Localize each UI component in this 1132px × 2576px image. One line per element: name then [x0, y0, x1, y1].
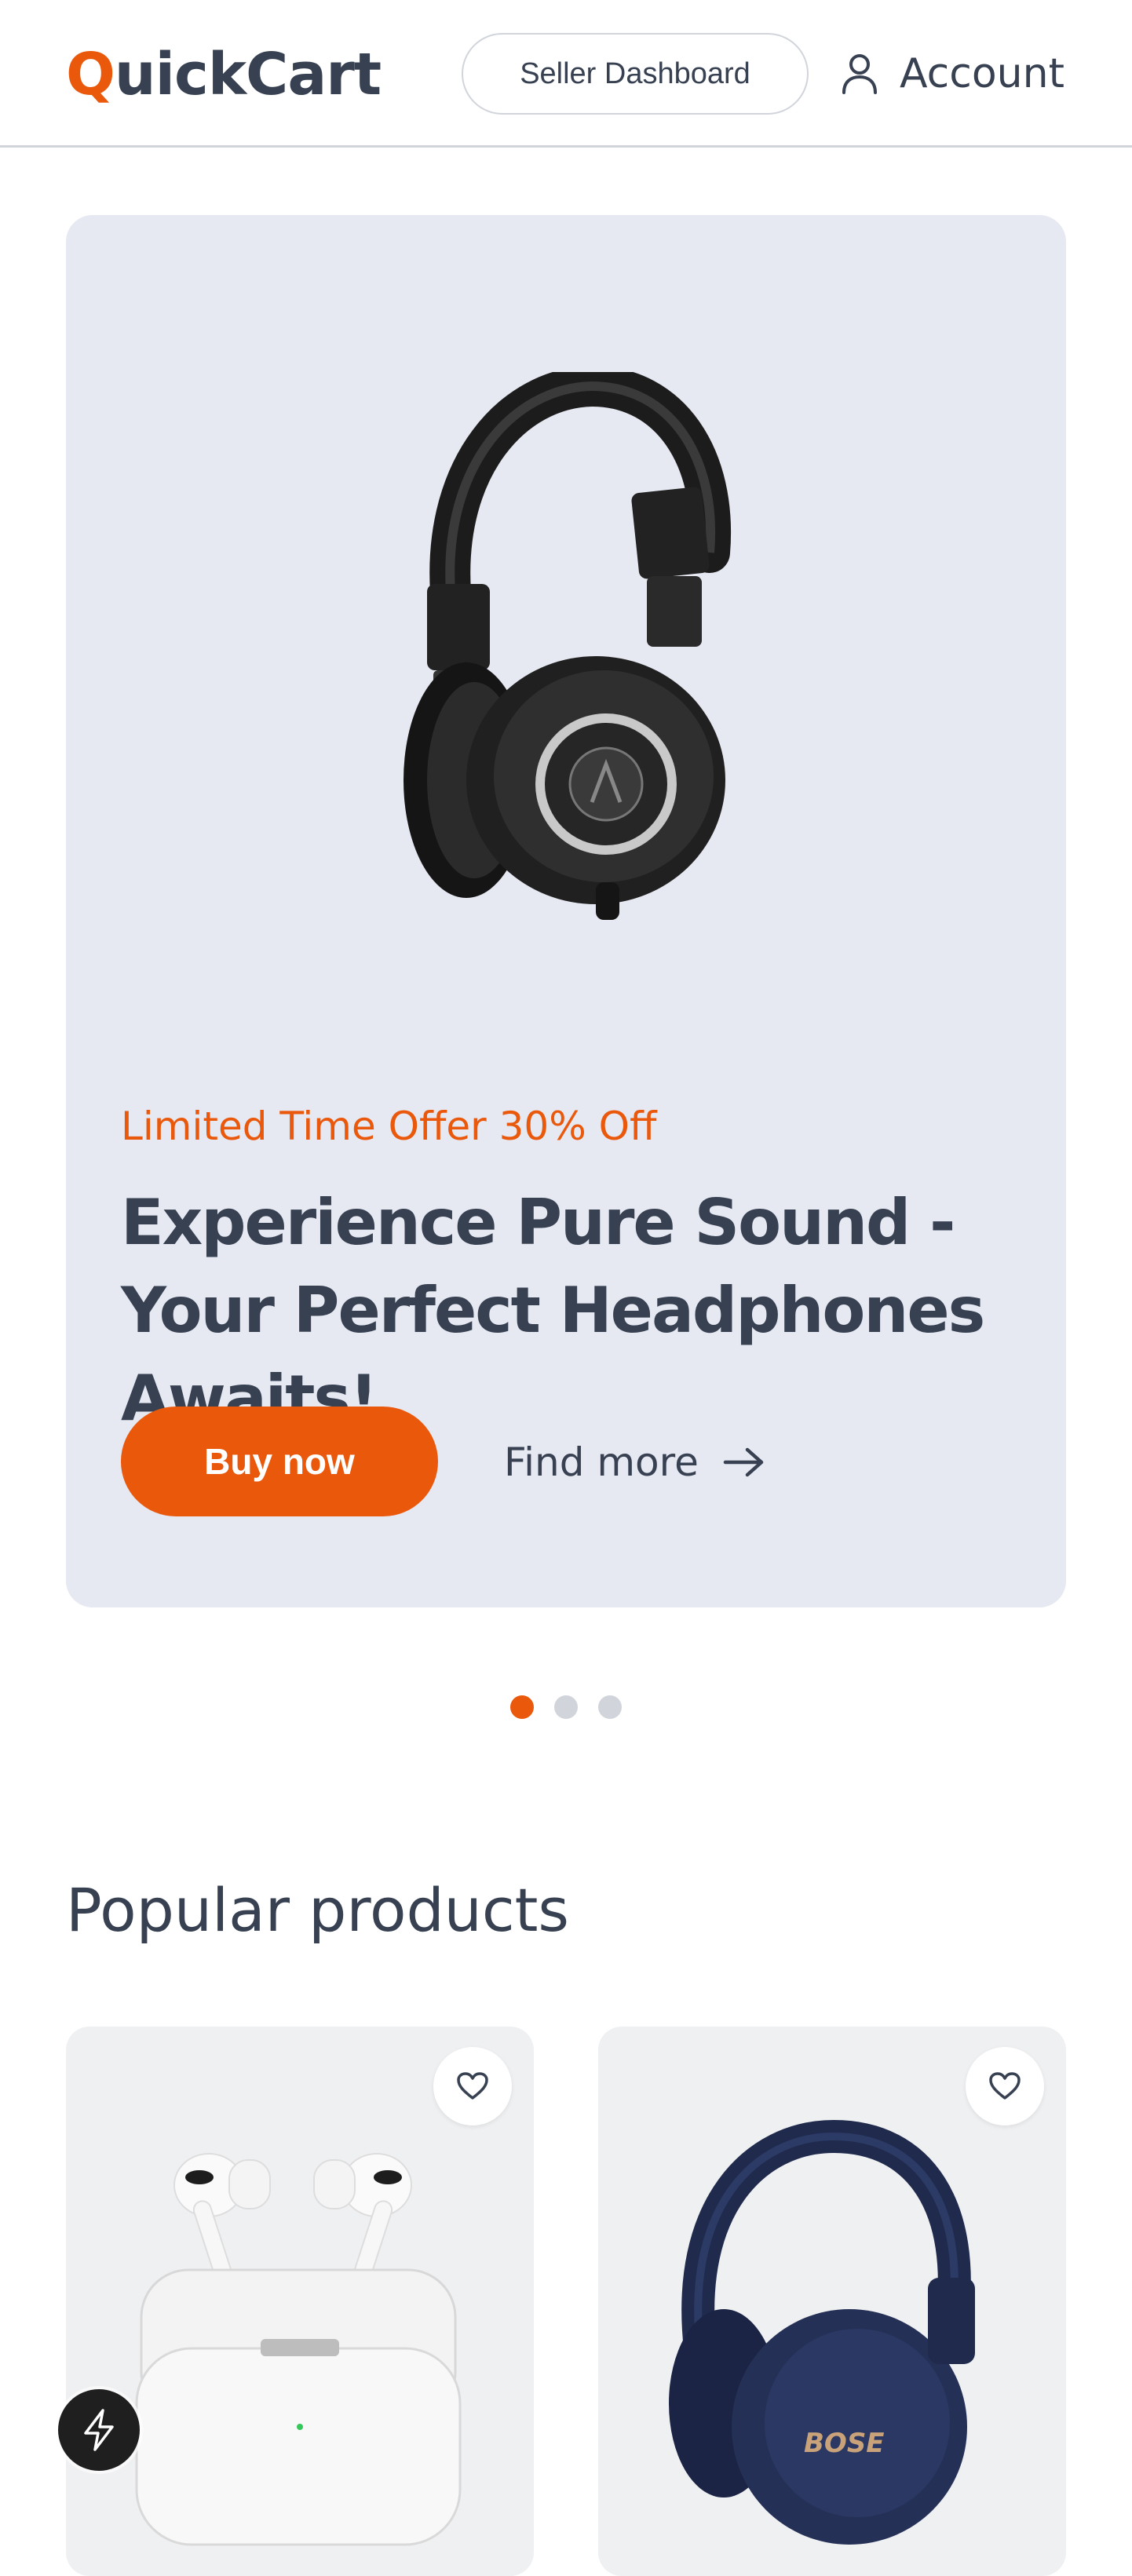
- dev-tools-button[interactable]: [58, 2389, 140, 2471]
- find-more-label: Find more: [504, 1439, 699, 1485]
- logo-text: uickCart: [114, 41, 382, 108]
- user-icon: [842, 54, 877, 94]
- svg-text:BOSE: BOSE: [804, 2428, 885, 2459]
- top-navbar: QuickCart Seller Dashboard Account: [0, 0, 1132, 148]
- product-card[interactable]: BOSE: [598, 2027, 1066, 2576]
- airpods-product-image: [135, 2153, 462, 2546]
- carousel-dot-3[interactable]: [598, 1695, 622, 1719]
- find-more-link[interactable]: Find more: [504, 1427, 766, 1498]
- carousel-dots: [510, 1695, 642, 1719]
- bose-headphones-product-image: BOSE: [669, 2119, 975, 2545]
- hero-headphones-image: [404, 372, 732, 920]
- buy-now-button[interactable]: Buy now: [121, 1407, 438, 1516]
- carousel-dot-2[interactable]: [554, 1695, 578, 1719]
- bolt-icon: [84, 2409, 114, 2451]
- carousel-dot-1[interactable]: [510, 1695, 534, 1719]
- popular-products-title: Popular products: [66, 1875, 570, 1945]
- offer-text: Limited Time Offer 30% Off: [121, 1104, 657, 1149]
- account-link[interactable]: Account: [842, 41, 1064, 107]
- seller-dashboard-button[interactable]: Seller Dashboard: [462, 33, 809, 115]
- quickcart-logo[interactable]: QuickCart: [66, 39, 382, 110]
- account-label: Account: [900, 50, 1064, 97]
- product-card[interactable]: [66, 2027, 534, 2576]
- logo-letter-q: Q: [66, 41, 115, 108]
- hero-banner: Limited Time Offer 30% Off Experience Pu…: [66, 215, 1066, 1607]
- arrow-right-icon: [723, 1447, 764, 1477]
- hero-headline: Experience Pure Sound - Your Perfect Hea…: [121, 1186, 985, 1435]
